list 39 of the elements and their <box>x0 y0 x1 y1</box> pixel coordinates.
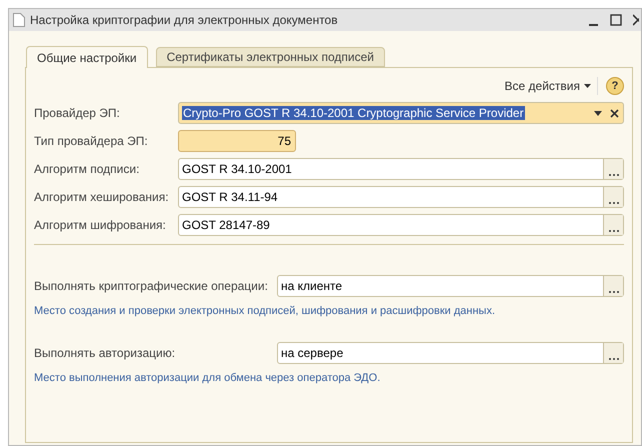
option-label: Выполнять авторизацию: <box>34 344 176 362</box>
close-icon[interactable] <box>633 14 639 26</box>
select-field[interactable]: GOST R 34.10-2001 <box>178 158 624 180</box>
tab[interactable]: Сертификаты электронных подписей <box>156 47 385 67</box>
field-label: Алгоритм хеширования: <box>34 189 170 206</box>
field-value: GOST R 34.11-94 <box>182 189 278 206</box>
field-value: GOST 28147-89 <box>182 217 270 234</box>
caret-icon[interactable] <box>594 110 602 116</box>
select-field[interactable]: GOST R 34.11-94 <box>178 186 624 208</box>
field-label: Алгоритм подписи: <box>34 161 140 178</box>
hint-text: Место выполнения авторизации для обмена через оператора ЭДО. <box>34 370 382 386</box>
number-field[interactable]: 75 <box>178 130 296 152</box>
field-value: на клиенте <box>281 278 342 295</box>
hint-text: Место создания и проверки электронных подписей, шифрования и расшифровки данных. <box>34 304 496 319</box>
all-actions-menu[interactable]: Все действия <box>504 77 598 95</box>
provider-dropdown[interactable]: Crypto-Pro GOST R 34.10-2001 Cryptographic Service Provider <box>178 102 624 124</box>
clear-icon[interactable] <box>610 108 619 118</box>
field-label: Провайдер ЭП: <box>34 105 121 122</box>
select-field[interactable]: GOST 28147-89 <box>178 214 624 236</box>
field-value: на сервере <box>281 344 344 362</box>
select-field[interactable]: на клиенте <box>277 275 624 297</box>
window-title: Настройка криптографии для электронных документов <box>30 12 339 29</box>
select-button[interactable] <box>603 342 623 362</box>
help-button[interactable]: ? <box>606 77 624 95</box>
field-value: GOST R 34.10-2001 <box>182 161 292 178</box>
option-label: Выполнять криптографические операции: <box>34 278 269 295</box>
field-value: Crypto-Pro GOST R 34.10-2001 Cryptographic Service Provider <box>182 106 525 120</box>
maximize-icon[interactable] <box>610 14 622 26</box>
field-label: Алгоритм шифрования: <box>34 217 167 234</box>
select-button[interactable] <box>603 159 623 179</box>
select-field[interactable]: на сервере <box>277 342 624 364</box>
caret-icon <box>584 84 591 88</box>
field-value: 75 <box>278 133 291 150</box>
select-button[interactable] <box>603 187 623 207</box>
select-button[interactable] <box>603 276 623 296</box>
document-icon <box>13 13 25 27</box>
select-button[interactable] <box>603 215 623 235</box>
tab[interactable]: Общие настройки <box>26 46 148 68</box>
field-label: Тип провайдера ЭП: <box>34 133 149 150</box>
